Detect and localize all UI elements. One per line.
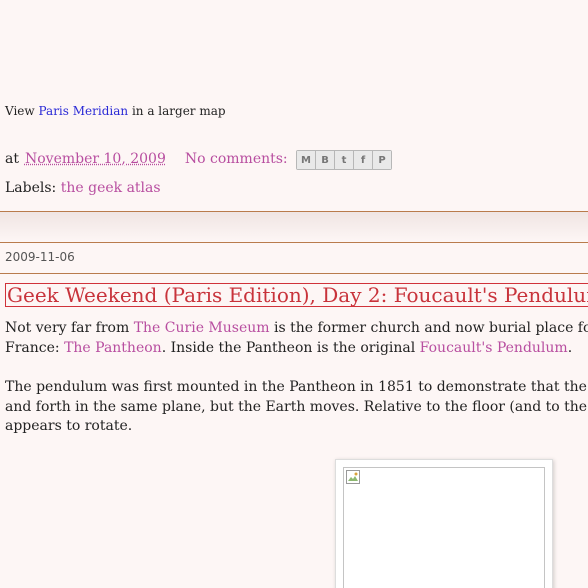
pinterest-icon[interactable]: P (373, 151, 391, 169)
post-image[interactable] (343, 467, 545, 588)
post-title[interactable]: Geek Weekend (Paris Edition), Day 2: Fou… (5, 283, 588, 307)
map-link[interactable]: Paris Meridian (39, 104, 129, 118)
post-labels: Labels: the geek atlas (5, 180, 161, 196)
post-date-link[interactable]: November 10, 2009 (25, 151, 166, 167)
map-caption: View Paris Meridian in a larger map (5, 104, 226, 118)
paragraph-text: is the former church and now burial plac… (269, 320, 588, 336)
map-caption-prefix: View (5, 104, 35, 118)
paragraph-text: The pendulum was first mounted in the Pa… (5, 379, 588, 395)
post-paragraph: Not very far from The Curie Museum is th… (5, 319, 588, 358)
post-timestamp-label: at (5, 151, 19, 167)
labels-heading: Labels: (5, 180, 57, 196)
email-icon[interactable]: M (297, 151, 316, 169)
post-paragraph: The pendulum was first mounted in the Pa… (5, 378, 588, 437)
share-buttons: M B t f P (296, 150, 392, 170)
paragraph-text: appears to rotate. (5, 418, 133, 434)
paragraph-text: France: (5, 339, 65, 356)
post-image-frame (335, 459, 553, 588)
date-header-top-rule (0, 242, 588, 243)
curie-museum-link[interactable]: The Curie Museum (134, 320, 270, 336)
date-header: 2009-11-06 (5, 250, 75, 264)
twitter-icon[interactable]: t (335, 151, 354, 169)
paragraph-text: . (567, 339, 573, 356)
post-footer: at November 10, 2009 No comments: (5, 151, 288, 167)
comments-link[interactable]: No comments: (185, 151, 288, 167)
post-divider-shadow (0, 212, 588, 242)
label-link[interactable]: the geek atlas (61, 180, 161, 196)
blog-page: View Paris Meridian in a larger map at N… (0, 0, 588, 588)
date-header-bottom-rule (0, 273, 588, 274)
foucault-pendulum-link[interactable]: Foucault's Pendulum (420, 340, 568, 356)
map-caption-suffix: in a larger map (131, 104, 226, 118)
broken-image-icon (346, 470, 360, 484)
facebook-icon[interactable]: f (354, 151, 373, 169)
paragraph-text: . Inside the Pantheon is the original (161, 339, 420, 356)
blogger-icon[interactable]: B (316, 151, 335, 169)
paragraph-text: and forth in the same plane, but the Ear… (5, 398, 588, 415)
paragraph-text: Not very far from (5, 320, 134, 336)
pantheon-link[interactable]: The Pantheon (64, 340, 162, 356)
